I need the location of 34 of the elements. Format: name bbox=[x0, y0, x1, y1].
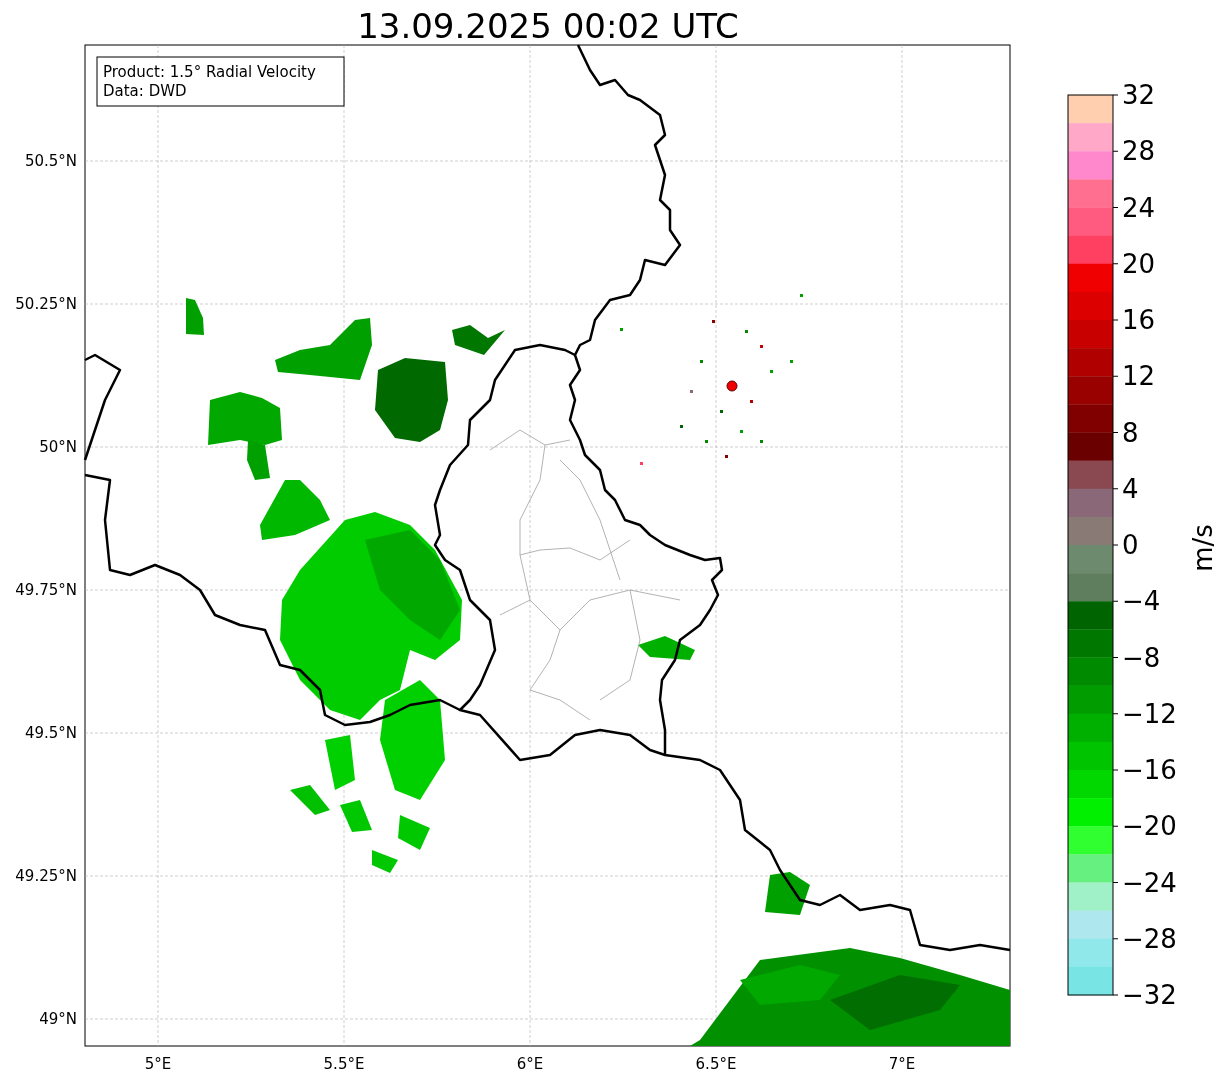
colorbar-tick-label: −20 bbox=[1122, 811, 1177, 842]
longitude-label: 6.5°E bbox=[695, 1055, 737, 1073]
info-text: Data: DWD bbox=[103, 82, 187, 100]
latitude-label: 49.75°N bbox=[15, 581, 77, 599]
chart-title: 13.09.2025 00:02 UTC bbox=[357, 6, 739, 46]
colorbar-tick-label: −24 bbox=[1122, 867, 1177, 898]
colorbar-tick-label: −28 bbox=[1122, 923, 1177, 954]
longitude-label: 5.5°E bbox=[323, 1055, 365, 1073]
colorbar-label: m/s bbox=[1188, 524, 1218, 572]
colorbar-tick-label: 24 bbox=[1122, 192, 1156, 223]
colorbar-tick-label: 28 bbox=[1122, 136, 1156, 167]
longitude-label: 6°E bbox=[516, 1055, 544, 1073]
colorbar-tick-label: −4 bbox=[1122, 586, 1161, 617]
info-text: Product: 1.5° Radial Velocity bbox=[103, 63, 316, 81]
longitude-label: 7°E bbox=[888, 1055, 916, 1073]
colorbar-tick-label: 32 bbox=[1122, 80, 1156, 110]
latitude-label: 50.25°N bbox=[15, 295, 77, 313]
latitude-label: 49.5°N bbox=[24, 724, 77, 742]
colorbar-tick-label: 12 bbox=[1122, 361, 1156, 392]
latitude-label: 50.5°N bbox=[24, 152, 77, 170]
radar-site-marker bbox=[726, 380, 738, 392]
colorbar-tick-label: 16 bbox=[1122, 305, 1156, 335]
colorbar-tick-label: 8 bbox=[1122, 417, 1139, 448]
colorbar-tick-label: 4 bbox=[1122, 473, 1139, 504]
colorbar-tick-label: −32 bbox=[1122, 980, 1177, 1010]
latitude-label: 49°N bbox=[39, 1010, 77, 1028]
longitude-label: 5°E bbox=[144, 1055, 172, 1073]
colorbar-tick-label: 20 bbox=[1122, 248, 1156, 279]
latitude-label: 49.25°N bbox=[15, 867, 77, 885]
colorbar-tick-label: −12 bbox=[1122, 698, 1177, 729]
latitude-label: 50°N bbox=[39, 438, 77, 456]
colorbar-tick-label: 0 bbox=[1122, 530, 1139, 560]
colorbar-tick-label: −8 bbox=[1122, 642, 1161, 673]
colorbar-tick-label: −16 bbox=[1122, 755, 1177, 785]
